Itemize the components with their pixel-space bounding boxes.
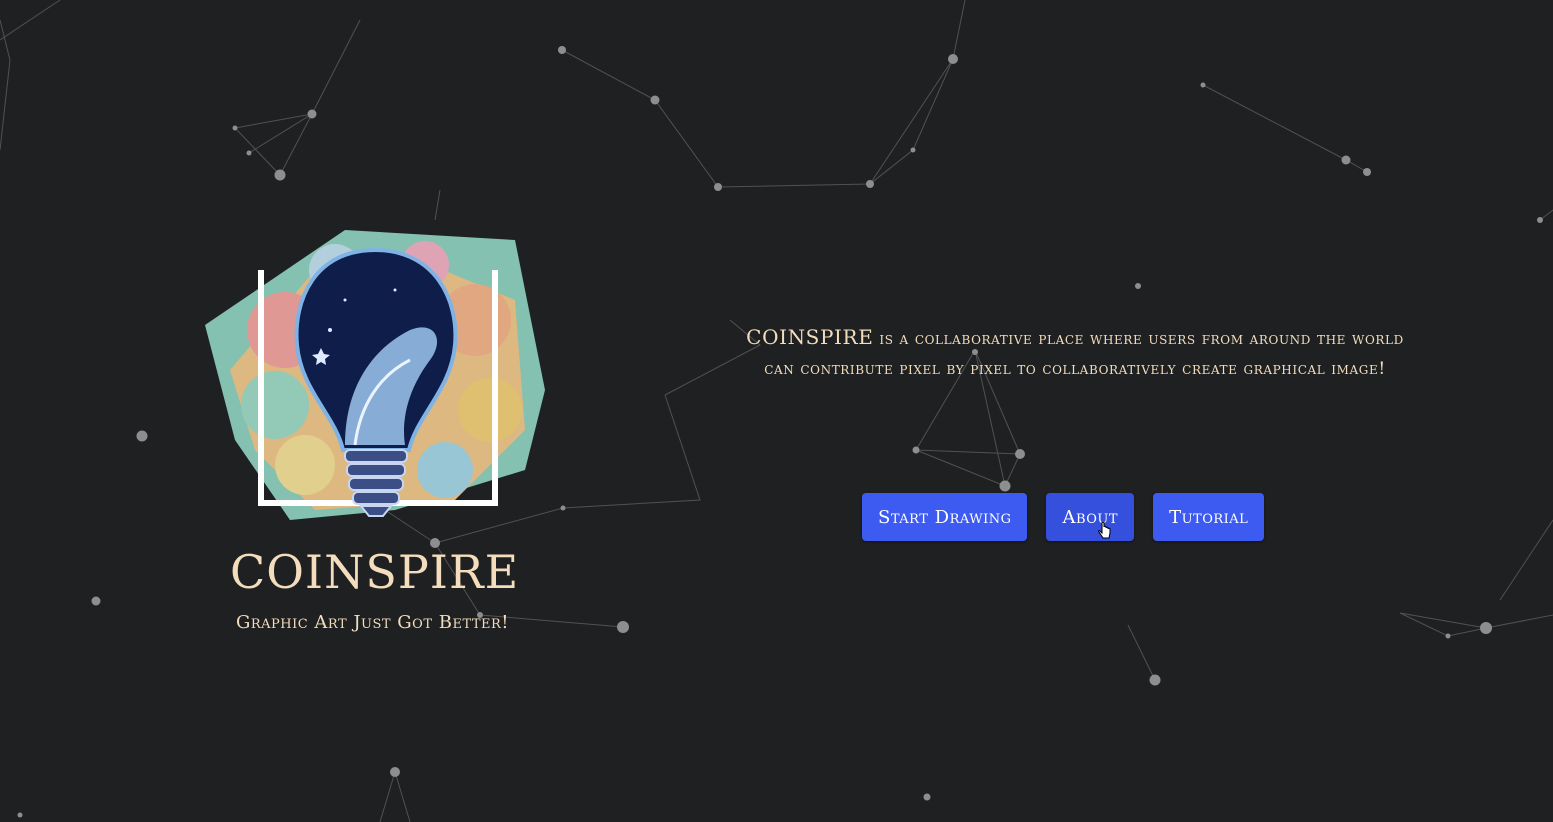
brand-tagline: Graphic Art Just Got Better!	[235, 612, 510, 633]
description-brand: COINSPIRE	[746, 325, 874, 349]
description-text: COINSPIRE is a collaborative place where…	[730, 322, 1420, 384]
action-buttons: Start Drawing About Tutorial	[862, 493, 1265, 541]
about-button[interactable]: About	[1046, 493, 1135, 541]
start-drawing-button[interactable]: Start Drawing	[862, 493, 1028, 541]
brand-title: COINSPIRE	[230, 545, 520, 599]
tutorial-button[interactable]: Tutorial	[1153, 493, 1265, 541]
lightbulb-wave-logo	[195, 210, 555, 520]
hand-pointer-cursor-icon	[1098, 522, 1111, 539]
